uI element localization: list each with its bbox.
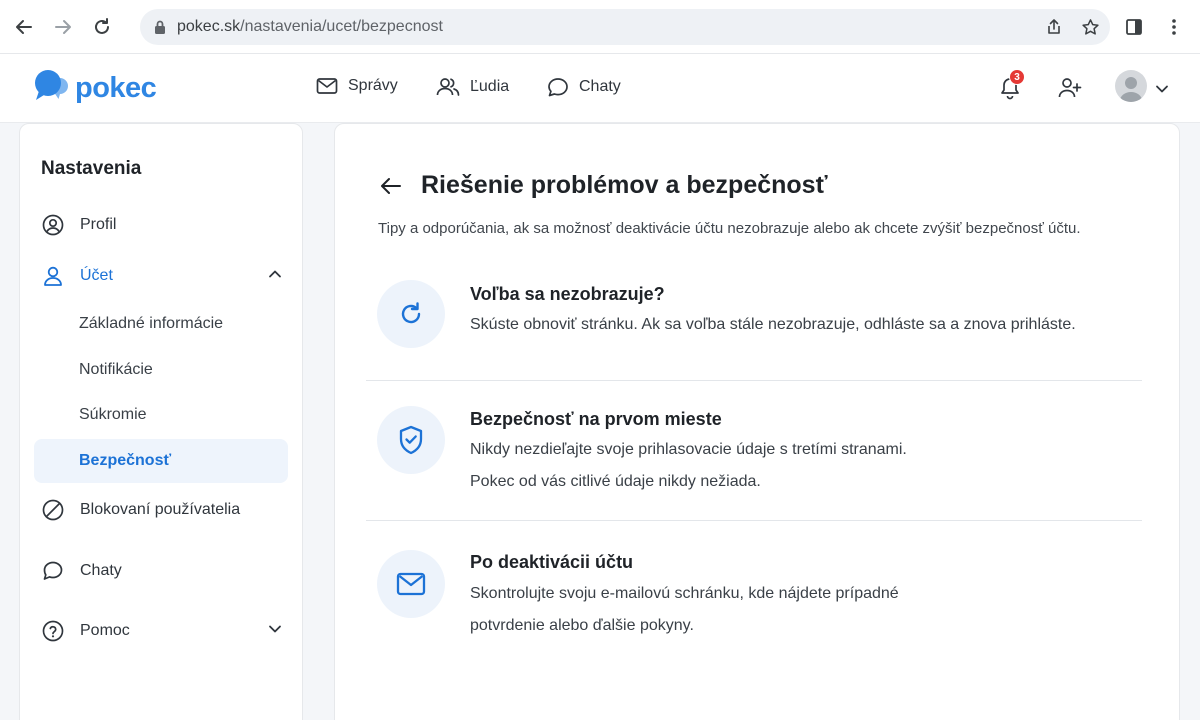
share-icon[interactable] [1044,17,1064,37]
divider [366,520,1142,521]
nav-ludia[interactable]: Ľudia [436,77,509,97]
tip-text: Nikdy nezdieľajte svoje prihlasovacie úd… [470,441,907,458]
tip-title: Voľba sa nezobrazuje? [470,284,665,304]
sidebar-subitem-notifikacie[interactable]: Notifikácie [34,348,288,392]
tip-card: Bezpečnosť na prvom mieste Nikdy nezdieľ… [366,406,1142,526]
add-friend-button[interactable] [1055,73,1085,103]
sidebar-item-blokovani[interactable]: Blokovaní používatelia [34,488,290,532]
speech-bubbles-logo-icon [33,69,69,108]
side-panel-icon[interactable] [1122,15,1146,39]
tip-text: Skontrolujte svoju e-mailovú schránku, k… [470,585,899,602]
back-arrow-icon[interactable] [11,14,37,40]
sidebar-item-label: Účet [80,267,113,284]
notifications-button[interactable]: 3 [995,69,1025,103]
sidebar-item-pomoc[interactable]: Pomoc [34,609,290,653]
tip-card: Voľba sa nezobrazuje? Skúste obnoviť str… [366,280,1142,380]
browser-toolbar: pokec.sk/nastavenia/ucet/bezpecnost [0,0,1200,54]
mail-icon [377,550,445,618]
main-panel: Riešenie problémov a bezpečnosť Tipy a o… [334,123,1180,720]
kebab-menu-icon[interactable] [1162,15,1186,39]
chat-bubble-icon [548,78,568,97]
sidebar-item-label: Profil [80,216,117,233]
sidebar-item-ucet[interactable]: Účet [34,254,290,298]
user-circle-icon [41,213,65,237]
help-circle-icon [41,619,65,643]
tip-text: Pokec od vás citlivé údaje nikdy nežiada… [470,473,761,490]
bookmark-star-icon[interactable] [1080,17,1100,37]
chevron-down-icon[interactable] [1155,81,1169,99]
sidebar-item-label: Pomoc [80,622,130,639]
notification-badge: 3 [1009,69,1025,85]
divider [366,380,1142,381]
sidebar-subitem-zakladne-informacie[interactable]: Základné informácie [34,302,288,346]
lock-icon [153,19,167,40]
sidebar-subitem-bezpecnost[interactable]: Bezpečnosť [34,439,288,483]
reload-icon[interactable] [89,14,115,40]
block-icon [41,498,65,522]
sidebar-item-profil[interactable]: Profil [34,203,290,247]
tip-title: Po deaktivácii účtu [470,552,634,572]
nav-chaty[interactable]: Chaty [547,77,621,97]
nav-spravy[interactable]: Správy [316,77,398,95]
sidebar-title: Nastavenia [41,158,142,179]
tip-text: Skúste obnoviť stránku. Ak sa voľba stál… [470,316,1076,333]
refresh-icon [377,280,445,348]
sidebar-subitem-sukromie[interactable]: Súkromie [34,393,288,437]
url-text: pokec.sk/nastavenia/ucet/bezpecnost [177,18,443,35]
page-subtitle: Tipy a odporúčania, ak sa možnosť deakti… [378,220,1081,237]
pokec-logo[interactable]: pokec [33,69,157,108]
user-plus-icon [1058,78,1082,98]
nav-chaty-label: Chaty [579,78,621,95]
settings-sidebar: Nastavenia Profil Účet Základné informác… [19,123,303,720]
avatar[interactable] [1115,70,1147,102]
app-header: pokec Správy Ľudia Chaty 3 [0,54,1200,123]
chevron-up-icon[interactable] [268,266,282,284]
back-button[interactable] [377,174,405,198]
mail-icon [316,78,338,94]
address-bar[interactable]: pokec.sk/nastavenia/ucet/bezpecnost [140,9,1110,45]
tip-title: Bezpečnosť na prvom mieste [470,409,722,429]
people-icon [436,78,460,96]
user-icon [41,264,65,288]
sidebar-item-label: Chaty [80,562,122,579]
sidebar-item-chaty[interactable]: Chaty [34,549,290,593]
sidebar-item-label: Blokovaní používatelia [80,501,241,518]
chat-bubble-icon [41,559,65,583]
chevron-down-icon[interactable] [268,621,282,639]
arrow-left-icon [381,178,401,194]
tip-card: Po deaktivácii účtu Skontrolujte svoju e… [366,550,1142,670]
tip-text: potvrdenie alebo ďalšie pokyny. [470,617,694,634]
forward-arrow-icon[interactable] [50,14,76,40]
nav-spravy-label: Správy [348,77,398,94]
shield-check-icon [377,406,445,474]
page-title: Riešenie problémov a bezpečnosť [421,171,828,199]
nav-ludia-label: Ľudia [470,78,510,95]
default-avatar-icon [1119,77,1143,102]
